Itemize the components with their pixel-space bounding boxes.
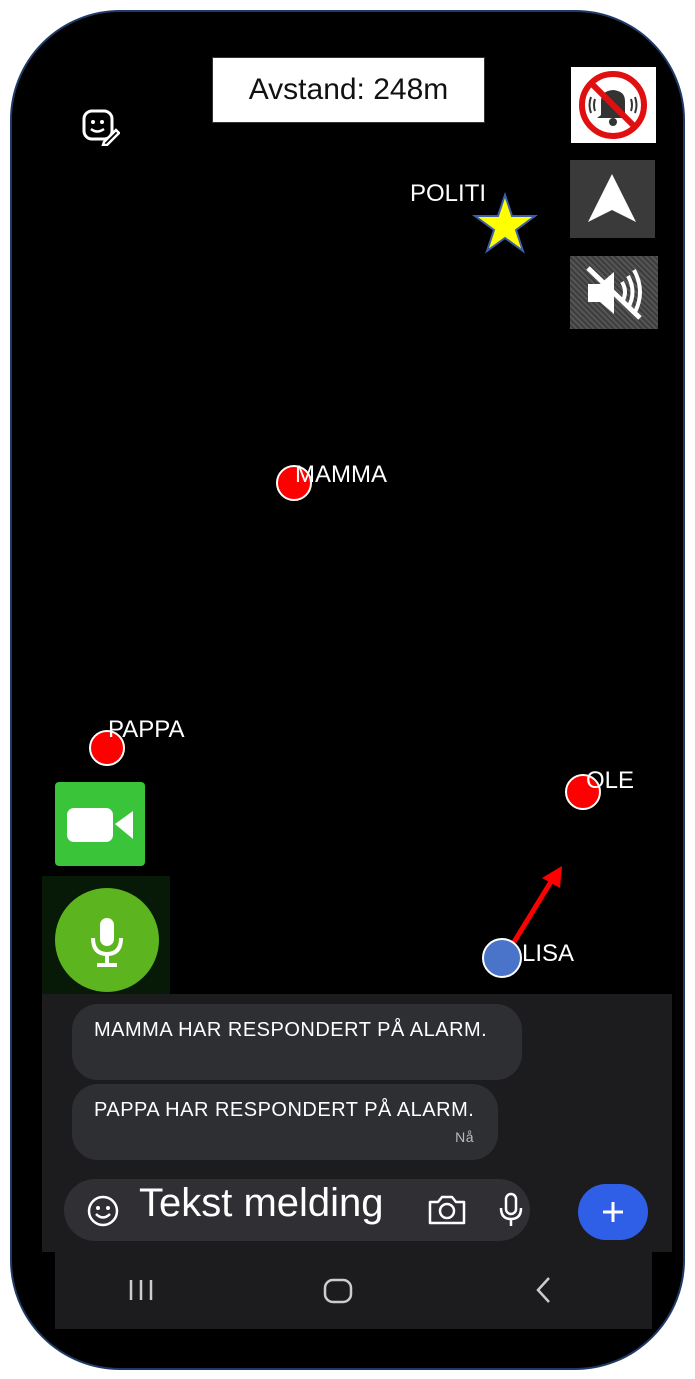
chat-panel: MAMMA HAR RESPONDERT PÅ ALARM. PAPPA HAR… bbox=[42, 994, 672, 1252]
person-label-lisa: LISA bbox=[522, 940, 575, 967]
alarm-off-button[interactable] bbox=[571, 67, 656, 143]
back-icon[interactable] bbox=[529, 1272, 559, 1308]
system-nav-bar bbox=[55, 1252, 652, 1329]
video-call-icon bbox=[67, 808, 133, 842]
person-label-mamma: MAMMA bbox=[295, 461, 387, 488]
person-label-pappa: PAPPA bbox=[108, 716, 185, 743]
alarm-off-icon bbox=[579, 71, 647, 139]
camera-icon[interactable] bbox=[426, 1193, 468, 1227]
person-marker-lisa[interactable] bbox=[482, 938, 522, 978]
police-star-icon[interactable] bbox=[472, 192, 538, 254]
message-bubble: MAMMA HAR RESPONDERT PÅ ALARM. bbox=[72, 1004, 522, 1080]
message-time: Nå bbox=[455, 1129, 474, 1145]
plus-icon bbox=[603, 1202, 623, 1222]
direction-arrow bbox=[511, 866, 562, 944]
message-bubble: PAPPA HAR RESPONDERT PÅ ALARM. Nå bbox=[72, 1084, 498, 1160]
message-input[interactable]: Tekst melding bbox=[64, 1179, 530, 1241]
mic-button-container bbox=[42, 876, 170, 998]
home-icon[interactable] bbox=[321, 1274, 355, 1308]
message-text: PAPPA HAR RESPONDERT PÅ ALARM. bbox=[94, 1099, 475, 1121]
add-button[interactable] bbox=[578, 1184, 648, 1240]
video-call-button[interactable] bbox=[55, 782, 145, 866]
navigate-button[interactable] bbox=[570, 160, 655, 238]
recents-icon[interactable] bbox=[123, 1274, 159, 1306]
voice-icon[interactable] bbox=[498, 1191, 524, 1229]
speaker-muted-icon bbox=[586, 266, 642, 320]
distance-label: Avstand: 248m bbox=[212, 57, 485, 123]
message-placeholder: Tekst melding bbox=[139, 1181, 384, 1225]
person-label-ole: OLE bbox=[586, 767, 635, 794]
microphone-icon bbox=[91, 918, 123, 967]
message-text: MAMMA HAR RESPONDERT PÅ ALARM. bbox=[94, 1019, 488, 1041]
mic-button[interactable] bbox=[55, 888, 159, 992]
phone-screen: Avstand: 248m POLITI MAMMA PAPPA OLE LIS… bbox=[10, 10, 685, 1370]
navigation-arrow-icon bbox=[588, 174, 636, 222]
emoji-sticker-icon[interactable] bbox=[80, 106, 120, 146]
emoji-icon[interactable] bbox=[86, 1194, 120, 1228]
mute-button[interactable] bbox=[570, 256, 658, 329]
